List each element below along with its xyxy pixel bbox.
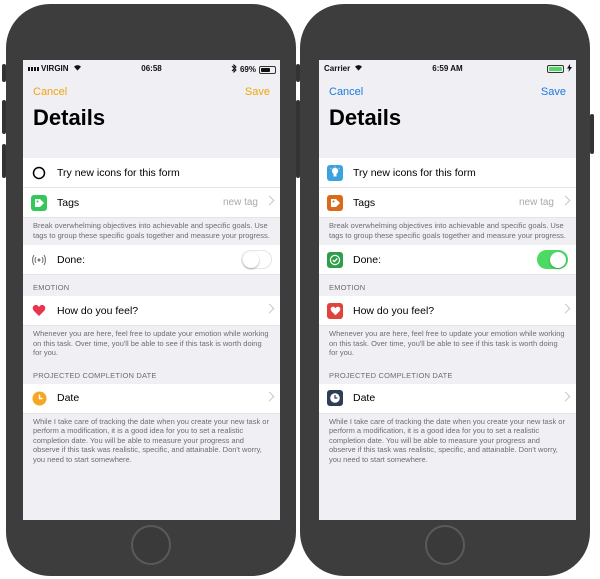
emotion-header: EMOTION xyxy=(33,283,70,292)
heart-icon xyxy=(31,303,47,319)
lightbulb-icon xyxy=(327,164,343,181)
status-right: 69% xyxy=(231,63,276,75)
volume-up-button xyxy=(2,100,6,134)
feel-note: Whenever you are here, feel free to upda… xyxy=(329,329,565,357)
feel-note: Whenever you are here, feel free to upda… xyxy=(33,329,269,357)
checkmark-icon xyxy=(327,251,343,268)
status-bar: VIRGIN 06:58 69% xyxy=(23,60,280,77)
battery-percent: 69% xyxy=(239,65,256,74)
save-button[interactable]: Save xyxy=(245,86,270,98)
date-row[interactable]: Date xyxy=(23,383,280,414)
tags-note: Break overwhelming objectives into achie… xyxy=(33,221,270,240)
chevron-right-icon xyxy=(264,195,275,206)
status-right xyxy=(547,64,572,74)
done-row: Done: xyxy=(23,245,280,275)
date-label: Date xyxy=(353,392,376,404)
chevron-right-icon xyxy=(264,391,275,401)
tags-note: Break overwhelming objectives into achie… xyxy=(329,221,566,240)
try-new-icons-label: Try new icons for this form xyxy=(57,166,180,179)
nav-bar: Cancel Save Details xyxy=(319,77,576,137)
cancel-button[interactable]: Cancel xyxy=(33,86,67,98)
done-row: Done: xyxy=(319,245,576,275)
volume-down-button xyxy=(2,144,6,178)
feel-row[interactable]: How do you feel? xyxy=(319,296,576,326)
status-bar: Carrier 6:59 AM xyxy=(319,60,576,77)
status-time: 6:59 AM xyxy=(432,64,463,73)
cancel-button[interactable]: Cancel xyxy=(329,86,363,98)
feel-label: How do you feel? xyxy=(57,304,139,317)
tags-value: new tag xyxy=(222,197,258,208)
emotion-header: EMOTION xyxy=(329,283,366,292)
date-label: Date xyxy=(57,392,80,404)
page-title: Details xyxy=(33,105,106,130)
toggle-knob xyxy=(242,251,259,268)
home-button[interactable] xyxy=(131,525,171,565)
battery-icon xyxy=(259,65,276,74)
page-title: Details xyxy=(329,105,402,130)
date-header: PROJECTED COMPLETION DATE xyxy=(33,370,157,380)
tags-label: Tags xyxy=(57,196,80,209)
tags-label: Tags xyxy=(353,196,376,209)
broadcast-icon xyxy=(31,252,47,268)
screen: Carrier 6:59 AM Cancel Save Details Try … xyxy=(319,60,576,520)
form: Try new icons for this form Tags new tag… xyxy=(319,158,576,469)
toggle-knob xyxy=(550,251,566,268)
date-note: While I take care of tracking the date w… xyxy=(33,416,269,464)
tag-icon xyxy=(31,194,47,211)
try-new-icons-row[interactable]: Try new icons for this form xyxy=(319,158,576,188)
clock-icon xyxy=(327,390,343,406)
feel-row[interactable]: How do you feel? xyxy=(23,296,280,326)
volume-down-button xyxy=(296,144,300,178)
done-toggle[interactable] xyxy=(537,250,568,269)
chevron-right-icon xyxy=(560,391,571,401)
date-note: While I take care of tracking the date w… xyxy=(329,416,565,464)
tags-value: new tag xyxy=(518,197,554,208)
heart-icon xyxy=(327,302,343,319)
nav-bar: Cancel Save Details xyxy=(23,77,280,137)
power-button xyxy=(590,114,594,154)
circle-outline-icon xyxy=(31,165,47,181)
clock-icon xyxy=(31,390,47,406)
battery-icon xyxy=(547,65,564,73)
feel-label: How do you feel? xyxy=(353,304,435,317)
tag-icon xyxy=(327,194,343,211)
mute-switch xyxy=(296,64,300,82)
tags-row[interactable]: Tags new tag xyxy=(319,188,576,218)
phone-right: Carrier 6:59 AM Cancel Save Details Try … xyxy=(296,4,594,576)
done-label: Done: xyxy=(57,253,86,266)
volume-up-button xyxy=(296,100,300,134)
save-button[interactable]: Save xyxy=(541,86,566,98)
phone-left: VIRGIN 06:58 69% Cancel Save Details Try… xyxy=(2,4,300,576)
chevron-right-icon xyxy=(560,195,571,206)
date-row[interactable]: Date xyxy=(319,383,576,414)
bluetooth-icon xyxy=(231,63,237,75)
chevron-right-icon xyxy=(264,303,275,314)
try-new-icons-label: Try new icons for this form xyxy=(353,166,476,179)
screen: VIRGIN 06:58 69% Cancel Save Details Try… xyxy=(23,60,280,520)
chevron-right-icon xyxy=(560,303,571,314)
done-toggle[interactable] xyxy=(241,250,272,269)
charging-icon xyxy=(567,64,572,74)
date-header: PROJECTED COMPLETION DATE xyxy=(329,370,453,380)
form: Try new icons for this form Tags new tag… xyxy=(23,158,280,469)
home-button[interactable] xyxy=(425,525,465,565)
done-label: Done: xyxy=(353,253,382,266)
mute-switch xyxy=(2,64,6,82)
try-new-icons-row[interactable]: Try new icons for this form xyxy=(23,158,280,188)
tags-row[interactable]: Tags new tag xyxy=(23,188,280,218)
